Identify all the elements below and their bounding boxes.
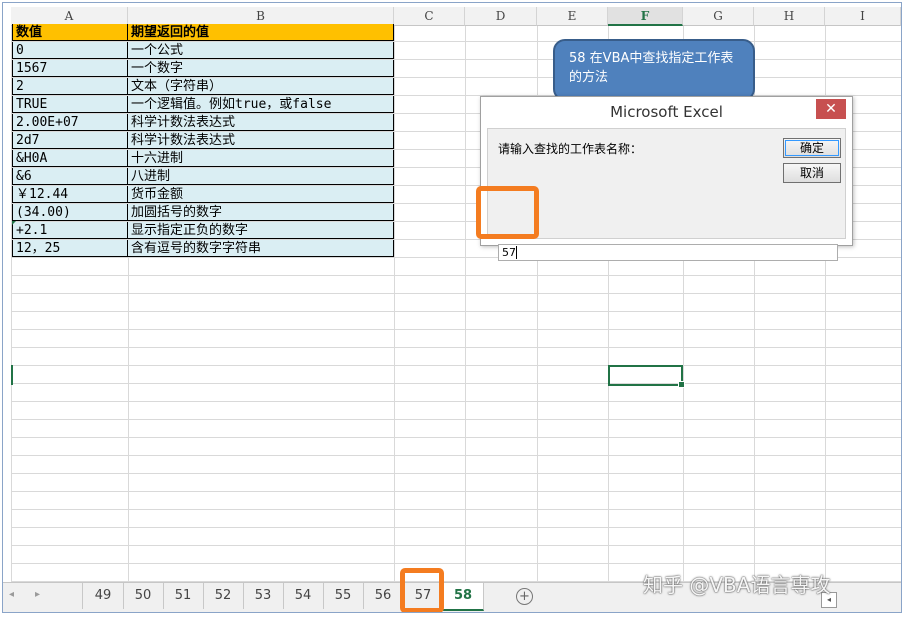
grid-row-line: [11, 563, 901, 564]
input-highlight-box: [476, 186, 539, 239]
sheet-tab-54[interactable]: 54: [283, 583, 324, 609]
sheet-tab-53[interactable]: 53: [243, 583, 284, 609]
watermark: 知乎 @VBA语言専攻: [643, 573, 831, 597]
table-cell-expected[interactable]: 加圆括号的数字: [128, 204, 394, 221]
tab-highlight-box: [400, 568, 444, 612]
cancel-button[interactable]: 取消: [783, 163, 841, 183]
column-header-e[interactable]: E: [537, 7, 608, 26]
next-sheet-icon[interactable]: ▸: [35, 589, 40, 600]
grid-row-line: [11, 437, 901, 438]
table-cell-expected[interactable]: 八进制: [128, 168, 394, 185]
table-cell-expected[interactable]: 显示指定正负的数字: [128, 222, 394, 239]
fill-handle[interactable]: [678, 381, 685, 388]
table-cell-expected[interactable]: 一个公式: [128, 42, 394, 59]
grid-column-line: [394, 26, 395, 582]
grid-column-line: [465, 26, 466, 582]
sheet-tab-52[interactable]: 52: [203, 583, 244, 609]
column-header-h[interactable]: H: [754, 7, 825, 26]
table-cell-value[interactable]: TRUE: [12, 96, 128, 113]
table-cell-value[interactable]: (34.00): [12, 204, 128, 221]
table-header-value[interactable]: 数值: [12, 24, 128, 41]
table-cell-expected[interactable]: 一个数字: [128, 60, 394, 77]
table-cell-value[interactable]: &H0A: [12, 150, 128, 167]
grid-row-line: [11, 491, 901, 492]
grid-row-line: [11, 509, 901, 510]
grid-row-line: [11, 365, 901, 366]
table-cell-value[interactable]: ￥12.44: [12, 186, 128, 203]
input-value: 57: [502, 246, 516, 259]
add-sheet-icon[interactable]: +: [516, 588, 533, 605]
dialog-prompt: 请输入查找的工作表名称：: [498, 142, 643, 156]
column-header-i[interactable]: I: [825, 7, 901, 26]
grid-row-line: [11, 545, 901, 546]
grid-row-line: [11, 275, 901, 276]
row-selection-marker: [11, 365, 13, 385]
text-caret: [516, 246, 517, 259]
table-cell-value[interactable]: 12，25: [12, 240, 128, 257]
column-header-c[interactable]: C: [394, 7, 465, 26]
grid-row-line: [11, 419, 901, 420]
grid-row-line: [11, 293, 901, 294]
close-icon[interactable]: ✕: [816, 99, 846, 119]
dialog-title: Microsoft Excel: [610, 103, 723, 121]
excel-window: A B C D E F G H I 数值 期望返回的值 0 一个公式 1567 一个数…: [2, 2, 902, 613]
sheet-name-input[interactable]: 57: [498, 244, 838, 261]
grid-row-line: [11, 347, 901, 348]
table-cell-expected[interactable]: 科学计数法表达式: [128, 132, 394, 149]
table-cell-expected[interactable]: 含有逗号的数字字符串: [128, 240, 394, 257]
table-cell-value[interactable]: 1567: [12, 60, 128, 77]
grid-row-line: [11, 311, 901, 312]
table-cell-value[interactable]: +2.1: [12, 222, 128, 239]
error-indicator-icon: [12, 221, 16, 225]
sheet-tab-51[interactable]: 51: [163, 583, 204, 609]
table-cell-expected[interactable]: 一个逻辑值。例如true，或false: [128, 96, 394, 113]
sheet-tab-55[interactable]: 55: [323, 583, 364, 609]
column-header-g[interactable]: G: [683, 7, 754, 26]
table-cell-value[interactable]: 2: [12, 78, 128, 95]
table-cell-expected[interactable]: 文本（字符串）: [128, 78, 394, 95]
table-cell-value[interactable]: &6: [12, 168, 128, 185]
table-cell-value[interactable]: 2d7: [12, 132, 128, 149]
selected-cell[interactable]: [608, 365, 685, 388]
prev-sheet-icon[interactable]: ◂: [9, 589, 14, 600]
table-cell-expected[interactable]: 科学计数法表达式: [128, 114, 394, 131]
grid-row-line: [11, 455, 901, 456]
table-header-expected[interactable]: 期望返回的值: [128, 24, 394, 41]
grid-row-line: [11, 401, 901, 402]
sheet-tab-50[interactable]: 50: [123, 583, 164, 609]
sheet-tab-49[interactable]: 49: [83, 583, 124, 609]
table-cell-value[interactable]: 0: [12, 42, 128, 59]
ok-button[interactable]: 确定: [783, 138, 841, 158]
grid-row-line: [11, 527, 901, 528]
table-cell-value[interactable]: 2.00E+07: [12, 114, 128, 131]
column-header-f[interactable]: F: [608, 7, 683, 26]
grid-row-line: [11, 383, 901, 384]
callout-shape[interactable]: 58 在VBA中查找指定工作表的方法: [553, 39, 755, 101]
grid-row-line: [11, 329, 901, 330]
table-cell-expected[interactable]: 十六进制: [128, 150, 394, 167]
table-cell-expected[interactable]: 货币金额: [128, 186, 394, 203]
sheet-tab-56[interactable]: 56: [363, 583, 404, 609]
sheet-tab-58[interactable]: 58: [443, 583, 484, 611]
callout-text: 58 在VBA中查找指定工作表的方法: [569, 51, 734, 85]
dialog-body: 请输入查找的工作表名称： 确定 取消 57: [487, 128, 846, 261]
grid-row-line: [11, 473, 901, 474]
column-header-d[interactable]: D: [465, 7, 537, 26]
